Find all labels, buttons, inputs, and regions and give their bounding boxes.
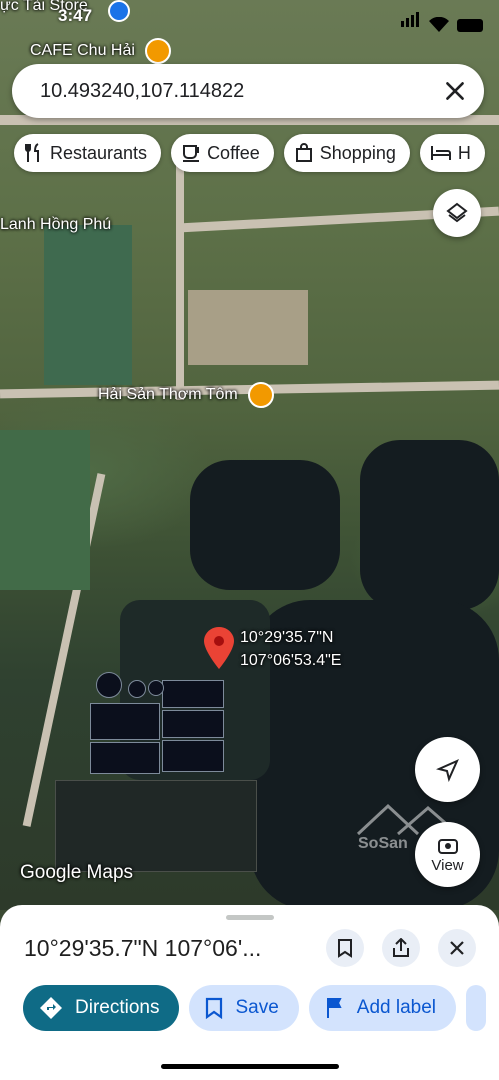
home-indicator[interactable] xyxy=(161,1064,339,1069)
field xyxy=(55,780,257,872)
more-action-button[interactable] xyxy=(466,985,487,1031)
category-chips: Restaurants Coffee Shopping H xyxy=(14,134,485,172)
layers-icon xyxy=(446,202,468,223)
chip-label: H xyxy=(457,142,471,163)
fork-knife-icon xyxy=(25,143,39,162)
pond xyxy=(90,742,160,774)
field xyxy=(188,290,308,365)
layers-button[interactable] xyxy=(433,189,481,237)
pin-lat-label: 10°29'35.7"N xyxy=(240,629,334,646)
pin-lng-label: 107°06'53.4"E xyxy=(240,652,342,669)
pin-icon xyxy=(204,627,234,669)
save-label: Save xyxy=(235,997,279,1018)
pond xyxy=(162,740,224,772)
water-area xyxy=(190,460,340,590)
status-bar: 3:47 xyxy=(0,0,499,32)
chip-hotels[interactable]: H xyxy=(419,134,485,172)
add-label-label: Add label xyxy=(356,997,437,1018)
coffee-poi-icon xyxy=(145,38,172,64)
search-input[interactable]: 10.493240,107.114822 xyxy=(40,80,244,103)
flag-icon xyxy=(326,998,342,1018)
place-label-seafood[interactable]: Hải Sản Thơm Tôm xyxy=(98,382,275,408)
directions-button[interactable]: Directions xyxy=(23,985,180,1031)
place-sheet[interactable]: 10°29'35.7"N 107°06'... Directions Save … xyxy=(0,905,499,1080)
bed-icon xyxy=(430,146,451,160)
pond xyxy=(148,680,164,696)
street-view-icon xyxy=(437,839,458,854)
coffee-cup-icon xyxy=(183,145,200,162)
add-label-button[interactable]: Add label xyxy=(308,985,457,1031)
seafood-name: Hải Sản Thơm Tôm xyxy=(98,386,238,404)
pond xyxy=(90,703,160,740)
field xyxy=(44,225,132,385)
wifi-icon xyxy=(429,17,449,32)
place-title: 10°29'35.7"N 107°06'... xyxy=(24,935,262,961)
status-icons xyxy=(401,12,483,32)
navigation-arrow-icon xyxy=(435,758,459,782)
field xyxy=(0,430,90,590)
signal-icon xyxy=(401,12,421,32)
chip-coffee[interactable]: Coffee xyxy=(171,134,274,172)
location-badge-icon xyxy=(108,0,130,22)
close-icon xyxy=(450,941,464,955)
close-icon[interactable] xyxy=(442,78,468,104)
share-icon xyxy=(393,938,409,957)
chip-label: Coffee xyxy=(207,142,260,163)
bookmark-icon xyxy=(338,939,352,958)
pond xyxy=(96,672,122,698)
road xyxy=(176,160,184,400)
shopping-bag-icon xyxy=(295,143,312,162)
pond xyxy=(128,680,146,698)
view-label: View xyxy=(431,857,464,874)
restaurant-poi-icon xyxy=(248,382,275,408)
chip-label: Shopping xyxy=(319,142,396,163)
chip-shopping[interactable]: Shopping xyxy=(283,134,410,172)
drag-handle[interactable] xyxy=(226,915,274,920)
chip-restaurants[interactable]: Restaurants xyxy=(14,134,162,172)
chip-label: Restaurants xyxy=(50,142,148,163)
place-label-cafe[interactable]: CAFE Chu Hải xyxy=(30,38,172,64)
directions-label: Directions xyxy=(75,997,160,1018)
directions-icon xyxy=(40,997,62,1019)
water-area xyxy=(360,440,499,610)
pond xyxy=(162,680,224,708)
share-button[interactable] xyxy=(382,929,420,967)
close-sheet-button[interactable] xyxy=(438,929,476,967)
cafe-name: CAFE Chu Hải xyxy=(30,42,135,60)
pond xyxy=(162,710,224,738)
search-bar[interactable]: 10.493240,107.114822 xyxy=(12,64,484,118)
my-location-button[interactable] xyxy=(415,737,480,802)
bookmark-icon xyxy=(206,997,223,1019)
status-time: 3:47 xyxy=(58,6,93,25)
action-row: Directions Save Add label xyxy=(23,985,487,1031)
view-button[interactable]: View xyxy=(415,822,480,887)
save-button[interactable]: Save xyxy=(189,985,299,1031)
bookmark-button[interactable] xyxy=(326,929,364,967)
place-label-district: Lanh Hồng Phú xyxy=(0,216,112,233)
google-maps-logo: Google Maps xyxy=(20,862,134,883)
location-pin[interactable] xyxy=(204,627,234,674)
battery-icon xyxy=(457,19,483,32)
